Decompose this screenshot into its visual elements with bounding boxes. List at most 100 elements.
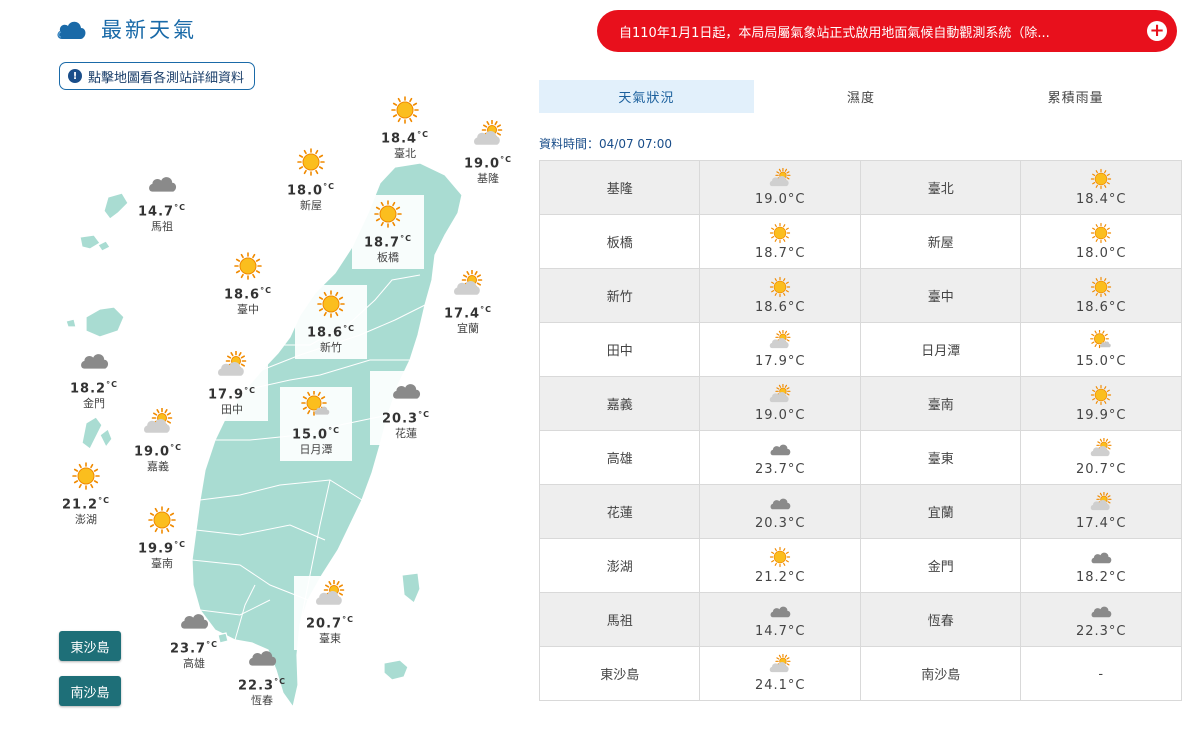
map-station[interactable]: 19.0°C 基隆 xyxy=(448,120,528,186)
station-weather-cell: - xyxy=(1020,646,1182,701)
map-station[interactable]: 19.0°C 嘉義 xyxy=(118,408,198,474)
station-temp: - xyxy=(1098,667,1105,682)
map-station[interactable]: 18.4°C 臺北 xyxy=(365,95,445,161)
station-name-cell: 基隆 xyxy=(538,160,701,215)
station-temp: 24.1°C xyxy=(754,678,806,693)
partly-cloudy-icon xyxy=(769,384,791,403)
map-hint-button[interactable]: ! 點擊地圖看各測站詳細資料 xyxy=(59,62,256,90)
partly-cloudy-icon xyxy=(474,120,503,145)
station-name-cell: 臺中 xyxy=(859,268,1022,323)
station-name-cell: 臺南 xyxy=(859,376,1022,431)
station-name: 臺北 xyxy=(394,147,416,161)
map-station[interactable]: 21.2°C 澎湖 xyxy=(46,461,126,527)
sunny-icon xyxy=(317,290,345,318)
sunny-icon xyxy=(72,462,100,490)
station-weather-cell: 17.9°C xyxy=(699,322,861,377)
cloudy-icon xyxy=(770,444,791,456)
sunny-icon xyxy=(770,222,791,244)
station-weather-cell: 19.9°C xyxy=(1020,376,1182,431)
tab-accumulated-rainfall[interactable]: 累積雨量 xyxy=(968,80,1183,113)
station-temp: 18.6°C xyxy=(307,324,355,341)
map-station[interactable]: 20.3°C 花蓮 xyxy=(370,371,442,446)
station-weather-cell: 14.7°C xyxy=(699,592,861,647)
unit-celsius: °C xyxy=(400,234,412,243)
partly-cloudy-icon xyxy=(316,580,345,605)
plus-icon[interactable]: + xyxy=(1147,21,1167,41)
table-row: 東沙島 24.1°C 南沙島 - xyxy=(538,646,1182,701)
map-station[interactable]: 18.6°C 臺中 xyxy=(208,251,288,317)
station-name-cell: 馬祖 xyxy=(538,592,701,647)
sunny-icon xyxy=(1091,168,1112,190)
station-name: 澎湖 xyxy=(75,513,97,527)
station-temp: 19.0°C xyxy=(754,408,806,423)
station-name: 花蓮 xyxy=(395,427,417,441)
table-row: 板橋 18.7°C 新屋 18.0°C xyxy=(538,214,1182,269)
station-temp: 20.7°C xyxy=(1075,462,1127,477)
nansha-island-button[interactable]: 南沙島 xyxy=(59,676,121,706)
station-name-cell: 田中 xyxy=(538,322,701,377)
station-name: 日月潭 xyxy=(299,443,333,457)
station-name-cell: 花蓮 xyxy=(538,484,701,539)
unit-celsius: °C xyxy=(260,286,272,295)
station-temp: 19.0°C xyxy=(754,192,806,207)
cloudy-icon xyxy=(393,384,421,399)
map-station[interactable]: 18.0°C 新屋 xyxy=(271,147,351,213)
station-temp: 15.0°C xyxy=(292,426,340,443)
station-weather-cell: 20.7°C xyxy=(1020,430,1182,485)
table-row: 高雄 23.7°C 臺東 20.7°C xyxy=(538,430,1182,485)
map-station[interactable]: 14.7°C 馬祖 xyxy=(122,168,202,234)
cloudy-icon xyxy=(81,354,109,369)
station-name-cell: 宜蘭 xyxy=(859,484,1022,539)
station-weather-cell: 18.4°C xyxy=(1020,160,1182,215)
station-weather-cell: 20.3°C xyxy=(699,484,861,539)
station-temp: 19.9°C xyxy=(138,540,186,557)
station-weather-cell: 19.0°C xyxy=(699,160,861,215)
sunny-cloud-icon xyxy=(1090,330,1111,349)
station-weather-cell: 18.2°C xyxy=(1020,538,1182,593)
station-name: 馬祖 xyxy=(151,220,173,234)
station-name: 基隆 xyxy=(477,172,499,186)
station-name-cell: 臺北 xyxy=(859,160,1022,215)
cloudy-icon xyxy=(181,614,209,629)
sunny-cloud-icon xyxy=(301,391,330,416)
map-station[interactable]: 20.7°C 臺東 xyxy=(294,576,366,651)
sunny-icon xyxy=(374,200,402,228)
map-station[interactable]: 18.7°C 板橋 xyxy=(352,195,424,270)
tab-weather-condition[interactable]: 天氣狀況 xyxy=(539,80,754,113)
station-temp: 18.2°C xyxy=(1075,570,1127,585)
tab-bar: 天氣狀況 濕度 累積雨量 xyxy=(539,80,1183,113)
station-temp: 20.7°C xyxy=(306,615,354,632)
map-station[interactable]: 19.9°C 臺南 xyxy=(122,505,202,571)
station-temp: 18.0°C xyxy=(287,182,335,199)
station-temp: 14.7°C xyxy=(754,624,806,639)
map-station[interactable]: 15.0°C 日月潭 xyxy=(280,387,352,462)
page-title: 最新天氣 xyxy=(101,18,197,42)
partly-cloudy-icon xyxy=(144,408,173,433)
map-station[interactable]: 18.6°C 新竹 xyxy=(295,285,367,360)
map-station[interactable]: 18.2°C 金門 xyxy=(54,345,134,411)
table-row: 嘉義 19.0°C 臺南 19.9°C xyxy=(538,376,1182,431)
dongsha-island-button[interactable]: 東沙島 xyxy=(59,631,121,661)
map-station[interactable]: 17.9°C 田中 xyxy=(196,347,268,422)
map-station[interactable]: 17.4°C 宜蘭 xyxy=(428,270,508,336)
cloudy-icon xyxy=(149,177,177,192)
station-name: 臺中 xyxy=(237,303,259,317)
map-station[interactable]: 22.3°C 恆春 xyxy=(222,642,302,708)
station-weather-cell: 18.6°C xyxy=(699,268,861,323)
station-name-cell: 臺東 xyxy=(859,430,1022,485)
station-temp: 21.2°C xyxy=(62,496,110,513)
alert-banner[interactable]: 自110年1月1日起，本局局屬氣象站正式啟用地面氣候自動觀測系統（除... + xyxy=(597,10,1177,52)
map-hint-label: 點擊地圖看各測站詳細資料 xyxy=(88,70,245,86)
station-name-cell: 東沙島 xyxy=(538,646,701,701)
station-temp: 18.4°C xyxy=(1075,192,1127,207)
station-name-cell: 高雄 xyxy=(538,430,701,485)
unit-celsius: °C xyxy=(343,324,355,333)
tab-humidity[interactable]: 濕度 xyxy=(754,80,969,113)
station-name-cell: 恆春 xyxy=(859,592,1022,647)
table-row: 新竹 18.6°C 臺中 18.6°C xyxy=(538,268,1182,323)
table-row: 馬祖 14.7°C 恆春 22.3°C xyxy=(538,592,1182,647)
table-row: 澎湖 21.2°C 金門 18.2°C xyxy=(538,538,1182,593)
unit-celsius: °C xyxy=(418,410,430,419)
sunny-icon xyxy=(234,252,262,280)
sunny-icon xyxy=(770,276,791,298)
